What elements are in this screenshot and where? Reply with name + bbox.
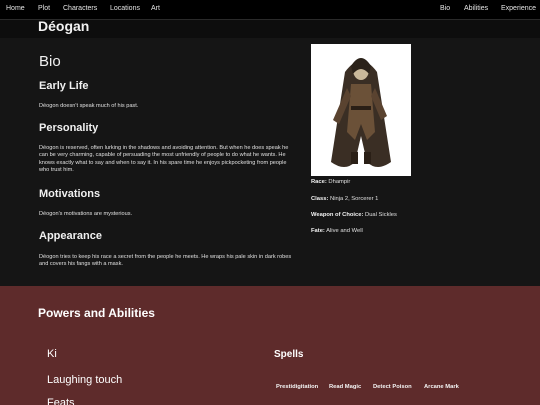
nav-locations[interactable]: Locations [110,5,140,12]
section-title-personality: Personality [39,122,99,134]
section-text-personality: Déogon is reserved, often lurking in the… [39,145,289,174]
stat-race: Race: Dhampir [311,179,351,185]
stat-weapon: Weapon of Choice: Dual Sickles [311,212,397,218]
spell-detect-poison[interactable]: Detect Poison [373,384,412,390]
nav-home[interactable]: Home [6,5,25,12]
spells-title: Spells [274,349,304,360]
ability-feats[interactable]: Feats [47,397,75,405]
spell-prestidigitation[interactable]: Prestidigitation [276,384,318,390]
hooded-figure-illustration [311,44,411,176]
section-text-appearance: Déogon tries to keep his race a secret f… [39,254,292,268]
spell-arcane-mark[interactable]: Arcane Mark [424,384,459,390]
nav-art[interactable]: Art [151,5,160,12]
nav-abilities[interactable]: Abilities [464,5,488,12]
nav-characters[interactable]: Characters [63,5,97,12]
section-title-early-life: Early Life [39,80,89,92]
section-title-appearance: Appearance [39,230,102,242]
stat-fate: Fate: Alive and Well [311,228,363,234]
powers-title: Powers and Abilities [38,306,155,320]
ability-ki[interactable]: Ki [47,348,57,360]
nav-experience[interactable]: Experience [501,5,536,12]
nav-plot[interactable]: Plot [38,5,50,12]
ability-laughing-touch[interactable]: Laughing touch [47,374,122,386]
section-text-motivations: Déogon's motivations are mysterious. [39,211,133,217]
nav-bio[interactable]: Bio [440,5,450,12]
powers-section: Powers and Abilities Ki Laughing touch F… [0,286,540,405]
stat-class: Class: Ninja 2, Sorcerer 1 [311,196,379,202]
top-nav: Home Plot Characters Locations Art Bio A… [0,0,540,20]
section-title-motivations: Motivations [39,188,101,200]
section-text-early-life: Déogon doesn't speak much of his past. [39,103,139,109]
character-portrait [311,44,411,176]
bio-heading: Bio [39,53,61,70]
page-title: Déogan [38,18,90,34]
spell-read-magic[interactable]: Read Magic [329,384,361,390]
